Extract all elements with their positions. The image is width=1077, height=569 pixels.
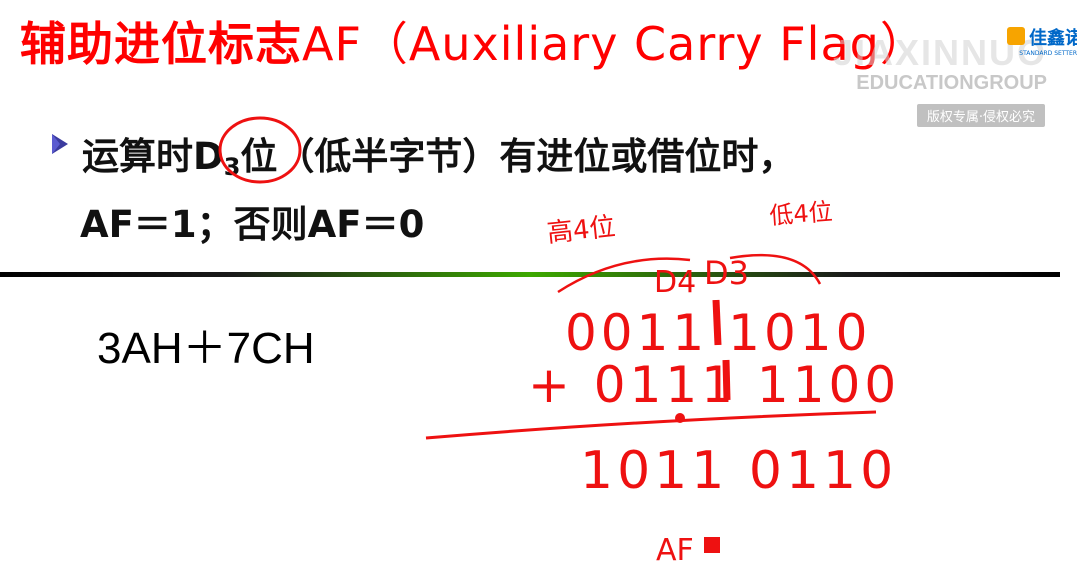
d3-term: D3 xyxy=(193,135,241,181)
sum-underline xyxy=(425,410,877,440)
slide-title: 辅助进位标志AF（Auxiliary Carry Flag） xyxy=(20,8,927,74)
d4-label: D4 xyxy=(654,265,696,300)
rule-line-1: 运算时D3位（低半字节）有进位或借位时， xyxy=(82,126,795,181)
company-logo: 佳鑫诺 xyxy=(1007,24,1077,49)
rule-suffix: 位（低半字节）有进位或借位时， xyxy=(240,135,796,178)
low-nibble-label: 低4位 xyxy=(768,198,833,230)
rule-prefix: 运算时 xyxy=(82,135,193,178)
low-nibble-arc xyxy=(729,253,822,285)
watermark-line2: EDUCATIONGROUP xyxy=(856,72,1047,94)
operand-2-binary: + 0111 1100 xyxy=(528,356,900,414)
logo-mark-icon xyxy=(1007,27,1025,45)
arrow-bullet-icon xyxy=(52,134,68,154)
slide: 辅助进位标志AF（Auxiliary Carry Flag） JIAXINNUO… xyxy=(0,0,1077,569)
rule-line-2: AF＝1；否则AF＝0 xyxy=(80,203,425,246)
high-nibble-label: 高4位 xyxy=(546,212,617,249)
d3-bit-highlight-bottom xyxy=(722,359,731,401)
af-label: AF xyxy=(656,533,694,568)
af-marker-icon xyxy=(704,537,720,553)
title-chinese: 辅助进位标志 xyxy=(20,17,302,71)
example-expression: 3AH＋7CH xyxy=(97,324,315,373)
d3-letter: D xyxy=(193,135,224,178)
slide-divider xyxy=(0,272,1060,277)
result-binary: 1011 0110 xyxy=(580,441,897,501)
operand-1-binary: 0011 1010 xyxy=(565,304,871,362)
logo-text: 佳鑫诺 xyxy=(1029,28,1077,49)
carry-dot xyxy=(675,413,685,423)
logo-subtitle: STANDARD SETTER xyxy=(1019,50,1077,57)
d3-bit-highlight-top xyxy=(712,299,722,346)
watermark-badge: 版权专属·侵权必究 xyxy=(916,104,1045,127)
d3-subscript: 3 xyxy=(223,153,241,181)
